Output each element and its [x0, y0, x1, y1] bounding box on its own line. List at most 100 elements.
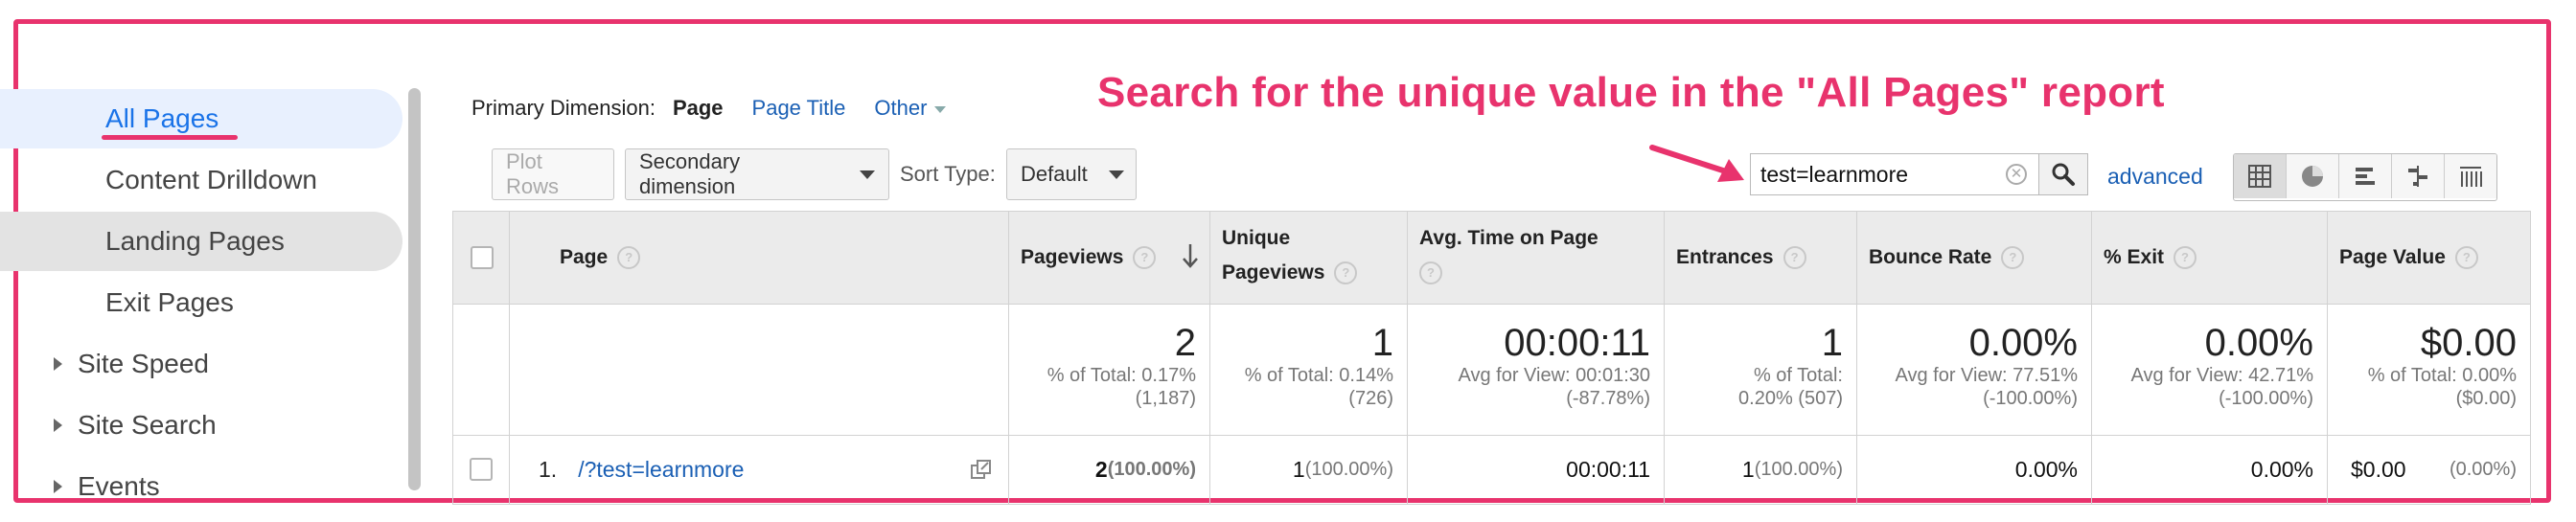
secondary-dimension-dropdown[interactable]: Secondary dimension	[625, 148, 889, 200]
sidebar-item-label: Site Search	[78, 410, 217, 440]
plot-rows-button[interactable]: Plot Rows	[492, 148, 614, 200]
totals-pageviews: 2 % of Total: 0.17% (1,187)	[1009, 303, 1210, 435]
help-icon[interactable]: ?	[1334, 261, 1358, 285]
total-subtext: Avg for View: 42.71%	[2130, 365, 2314, 386]
open-in-new-window-icon[interactable]	[970, 458, 993, 481]
totals-spacer	[510, 303, 1009, 435]
search-button[interactable]	[2038, 153, 2088, 195]
sidebar-item-all-pages[interactable]: All Pages	[0, 89, 402, 148]
annotation-arrow-icon	[1649, 145, 1744, 182]
chevron-down-icon	[1108, 170, 1124, 179]
cell-value: 2	[1094, 456, 1108, 482]
column-header-page[interactable]: Page?	[510, 212, 1009, 304]
grid-icon	[2248, 165, 2271, 188]
column-label: Unique	[1222, 227, 1291, 249]
sidebar-item-site-search[interactable]: Site Search	[0, 396, 217, 455]
column-header-bounce-rate[interactable]: Bounce Rate?	[1857, 212, 2092, 304]
total-subtext: % of Total:	[1753, 365, 1843, 386]
cell-value: 00:00:11	[1566, 456, 1650, 482]
dimension-other-label: Other	[874, 96, 928, 120]
pivot-icon	[2460, 167, 2482, 187]
sidebar-item-exit-pages[interactable]: Exit Pages	[0, 273, 234, 332]
column-header-unique-pageviews[interactable]: Unique Pageviews?	[1210, 212, 1408, 304]
select-all-checkbox[interactable]	[471, 246, 494, 269]
totals-row: 2 % of Total: 0.17% (1,187) 1 % of Total…	[452, 303, 2531, 436]
total-subtext: (-100.00%)	[2219, 388, 2313, 409]
comparison-view-button[interactable]	[2392, 154, 2445, 198]
total-subtext: 0.20% (507)	[1738, 388, 1843, 409]
sort-descending-arrow-icon	[1183, 244, 1198, 268]
row-page-value: $0.00 (0.00%)	[2328, 435, 2531, 504]
column-header-pageviews[interactable]: Pageviews?	[1009, 212, 1210, 304]
performance-view-button[interactable]	[2339, 154, 2392, 198]
advanced-filter-link[interactable]: advanced	[2107, 164, 2203, 190]
help-icon[interactable]: ?	[2454, 246, 2478, 270]
dimension-page[interactable]: Page	[673, 96, 724, 121]
header-checkbox-cell	[452, 212, 510, 304]
search-input[interactable]: test=learnmore ✕	[1750, 153, 2039, 195]
table-row: 1. /?test=learnmore 2 (100.00%) 1 (100.00%…	[452, 435, 2531, 505]
totals-page-value: $0.00 % of Total: 0.00% ($0.00)	[2328, 303, 2531, 435]
cell-value: 0.00%	[2014, 456, 2078, 482]
column-label: Bounce Rate	[1869, 246, 1992, 268]
help-icon[interactable]: ?	[2174, 246, 2197, 270]
sidebar-item-label: Events	[78, 471, 160, 501]
table-view-button[interactable]	[2234, 154, 2287, 198]
row-page-cell: 1. /?test=learnmore	[510, 435, 1009, 504]
row-checkbox[interactable]	[470, 458, 493, 481]
column-label: Avg. Time on Page	[1419, 227, 1598, 249]
total-subtext: % of Total: 0.17%	[1046, 365, 1196, 386]
total-value: 0.00%	[2204, 322, 2313, 364]
dimension-page-title-link[interactable]: Page Title	[752, 96, 846, 121]
column-label: Pageviews	[1021, 246, 1124, 268]
help-icon[interactable]: ?	[617, 246, 641, 270]
column-label: Pageviews	[1222, 261, 1325, 284]
column-header-entrances[interactable]: Entrances?	[1665, 212, 1857, 304]
bar-chart-icon	[2356, 168, 2375, 185]
sort-type-label: Sort Type:	[900, 162, 996, 186]
sidebar-item-site-speed[interactable]: Site Speed	[0, 334, 209, 394]
search-input-value: test=learnmore	[1760, 161, 1909, 187]
secondary-dimension-label: Secondary dimension	[639, 149, 741, 198]
total-subtext: (1,187)	[1135, 388, 1196, 409]
primary-dimension-label: Primary Dimension:	[472, 96, 656, 120]
dimension-other-dropdown[interactable]: Other	[874, 96, 947, 121]
total-subtext: (-100.00%)	[1983, 388, 2078, 409]
help-icon[interactable]: ?	[1419, 261, 1442, 285]
row-index: 1.	[539, 456, 558, 482]
totals-spacer	[452, 303, 510, 435]
pivot-view-button[interactable]	[2445, 154, 2496, 198]
sidebar-item-content-drilldown[interactable]: Content Drilldown	[0, 150, 317, 210]
sidebar-item-label: Landing Pages	[105, 226, 285, 256]
total-value: 0.00%	[1968, 322, 2078, 364]
table-header-row: Page? Pageviews? Unique Pageviews? Avg. T…	[452, 211, 2531, 305]
help-icon[interactable]: ?	[1133, 246, 1157, 270]
column-label: Entrances	[1676, 246, 1774, 268]
primary-dimension-bar: Primary Dimension: Page Page Title Other	[472, 96, 947, 121]
row-unique-pageviews: 1 (100.00%)	[1210, 435, 1408, 504]
column-header-exit[interactable]: % Exit?	[2092, 212, 2328, 304]
column-header-page-value[interactable]: Page Value?	[2328, 212, 2531, 304]
totals-avg-time: 00:00:11 Avg for View: 00:01:30 (-87.78%…	[1408, 303, 1665, 435]
clear-icon[interactable]: ✕	[2006, 164, 2027, 185]
row-checkbox-cell	[452, 435, 510, 504]
row-page-link[interactable]: /?test=learnmore	[578, 457, 744, 483]
cell-percent: (0.00%)	[2449, 458, 2517, 480]
cell-percent: (100.00%)	[1107, 458, 1196, 480]
total-subtext: % of Total: 0.00%	[2367, 365, 2517, 386]
column-header-avg-time[interactable]: Avg. Time on Page?	[1408, 212, 1665, 304]
pie-view-button[interactable]	[2287, 154, 2339, 198]
help-icon[interactable]: ?	[2001, 246, 2025, 270]
expand-arrow-icon	[54, 480, 62, 493]
sidebar-item-landing-pages[interactable]: Landing Pages	[0, 212, 402, 271]
sidebar-item-events[interactable]: Events	[0, 457, 160, 516]
expand-arrow-icon	[54, 357, 62, 371]
total-value: 00:00:11	[1504, 322, 1650, 364]
cell-percent: (100.00%)	[1754, 458, 1843, 480]
sidebar-scrollbar[interactable]	[408, 88, 421, 490]
totals-entrances: 1 % of Total: 0.20% (507)	[1665, 303, 1857, 435]
help-icon[interactable]: ?	[1782, 246, 1806, 270]
sort-type-dropdown[interactable]: Default	[1006, 148, 1137, 200]
totals-exit: 0.00% Avg for View: 42.71% (-100.00%)	[2092, 303, 2328, 435]
column-label: % Exit	[2104, 246, 2165, 268]
